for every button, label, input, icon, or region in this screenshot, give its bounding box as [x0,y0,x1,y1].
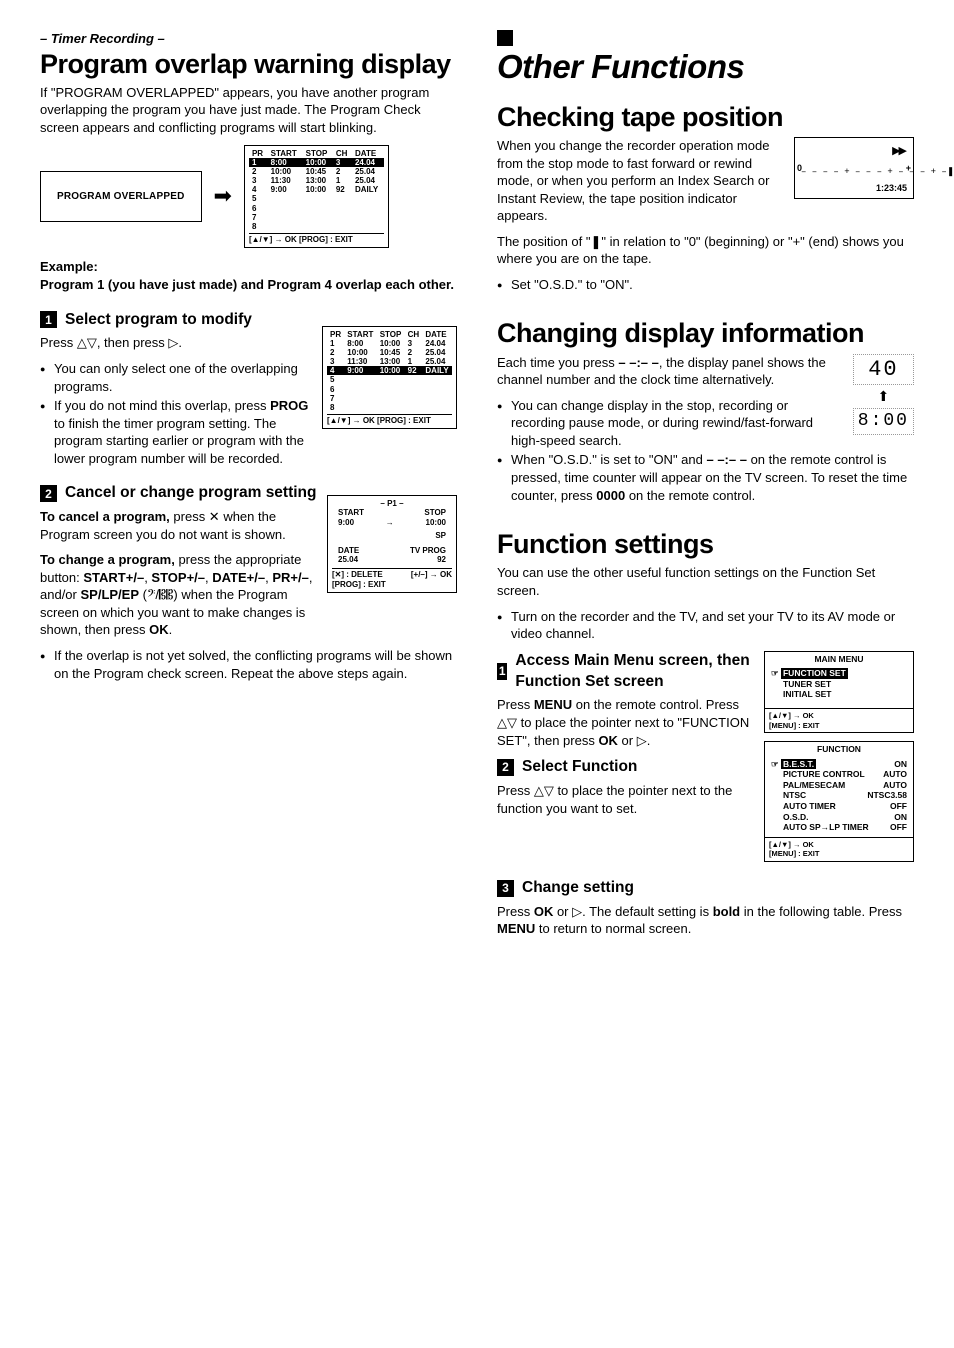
osd2-footer: [▲/▼] → OK [PROG] : EXIT [327,414,452,425]
function-menu-box: FUNCTION ☞ B.E.S.T.ONPICTURE CONTROLAUTO… [764,741,914,862]
right-column: Other Functions Checking tape position ▶… [497,30,914,946]
step2-bullet: If the overlap is not yet solved, the co… [40,647,457,682]
step1-title: Select program to modify [65,310,252,331]
breadcrumb: – Timer Recording – [40,30,457,48]
fn-bullet1: Turn on the recorder and the TV, and set… [497,608,914,643]
disp-bullet1: You can change display in the stop, reco… [497,397,914,450]
osd1-footer: [▲/▼] → OK [PROG] : EXIT [249,233,384,244]
menu-illustrations: MAIN MENU ☞ FUNCTION SETTUNER SETINITIAL… [764,651,914,870]
step-number-icon: 3 [497,880,514,897]
fast-forward-icon: ▶▶ [892,144,905,159]
step-number-icon: 1 [497,663,507,680]
page-title-left: Program overlap warning display [40,50,457,78]
step-number-icon: 2 [40,485,57,502]
step1-bullet2: If you do not mind this overlap, press P… [40,397,312,467]
segment-channel: 40 [853,354,914,386]
disp-bullet2: When "O.S.D." is set to "ON" and – –:– –… [497,451,914,504]
heading-tape: Checking tape position [497,103,914,131]
tape-position-indicator: ▶▶ 0 + – – – – + – – – + – – – + –❚– – –… [794,137,914,199]
fn-p1: You can use the other useful function se… [497,564,914,599]
heading-function: Function settings [497,530,914,558]
step-number-icon: 2 [497,759,514,776]
osd1-table: PRSTARTSTOPCHDATE18:0010:00324.04210:001… [249,149,384,232]
example-heading: Example: [40,259,98,274]
main-menu-box: MAIN MENU ☞ FUNCTION SETTUNER SETINITIAL… [764,651,914,733]
osd-program-list-1: PRSTARTSTOPCHDATE18:0010:00324.04210:001… [244,145,389,249]
left-column: – Timer Recording – Program overlap warn… [40,30,457,946]
step2-title: Cancel or change program setting [65,483,317,504]
step2: 2 Cancel or change program setting To ca… [40,475,457,647]
step-number-icon: 1 [40,311,57,328]
arrow-right-icon: ➡ [214,185,232,207]
heading-display: Changing display information [497,319,914,347]
osd2-table: PRSTARTSTOPCHDATE18:0010:00324.04210:001… [327,330,452,413]
step1: 1 Select program to modify Press △▽, the… [40,302,457,476]
fn-step2-title: Select Function [522,757,637,778]
step1-press: Press △▽, then press ▷. [40,334,312,352]
tape-p2: The position of "❚" in relation to "0" (… [497,233,914,268]
disp-p1: Each time you press – –:– –, the display… [497,354,914,389]
tape-time: 1:23:45 [876,182,907,194]
section-title: Other Functions [497,50,914,85]
step1-bullet1: You can only select one of the overlappi… [40,360,312,395]
tape-scale: – – – – + – – – + – – – + –❚– – – [801,166,907,178]
fn-step1-title: Access Main Menu screen, then Function S… [515,651,752,693]
tape-bullet: Set "O.S.D." to "ON". [497,276,914,294]
fn-step3-body: Press OK or ▷. The default setting is bo… [497,903,914,938]
example-block: Example: Program 1 (you have just made) … [40,258,457,293]
example-text: Program 1 (you have just made) and Progr… [40,277,454,292]
step2-change: To change a program, press the appropria… [40,551,317,639]
osd-program-edit: – P1 – STARTSTOP 9:00→10:00 SP DATETV PR… [327,495,457,593]
overlap-illustration: PROGRAM OVERLAPPED ➡ PRSTARTSTOPCHDATE18… [40,145,457,249]
step2-cancel: To cancel a program, press ✕ when the Pr… [40,508,317,543]
overlapped-label: PROGRAM OVERLAPPED [40,171,202,223]
section-marker-icon [497,30,513,46]
intro-text: If "PROGRAM OVERLAPPED" appears, you hav… [40,84,457,137]
osd-program-list-2: PRSTARTSTOPCHDATE18:0010:00324.04210:001… [322,326,457,430]
fn-step3-title: Change setting [522,878,634,899]
